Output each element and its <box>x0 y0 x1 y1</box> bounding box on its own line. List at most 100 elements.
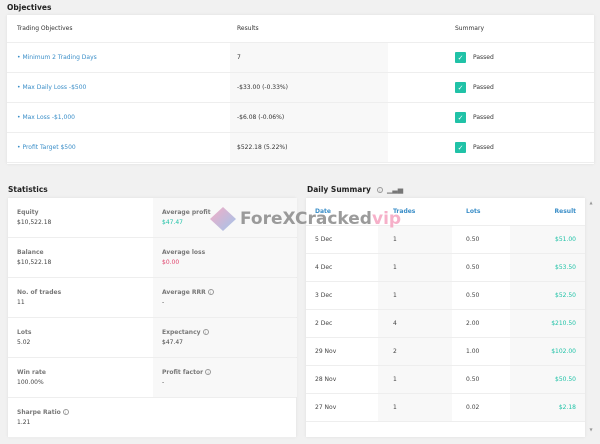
daily-header: Date Trades Lots Result <box>306 198 585 226</box>
stat-value: 1.21 <box>17 419 31 426</box>
daily-summary-table: Date Trades Lots Result 5 Dec 1 0.50 $51… <box>306 198 585 437</box>
stat-label: Expectancy i <box>162 329 297 336</box>
daily-trades: 1 <box>378 254 452 281</box>
info-icon[interactable]: i <box>207 289 214 295</box>
daily-date: 4 Dec <box>315 264 333 271</box>
daily-result: $210.50 <box>510 310 585 337</box>
check-icon: ✓ <box>455 82 466 93</box>
daily-trades: 1 <box>378 282 452 309</box>
daily-summary-title: Daily Summary i ▁▃▅ <box>307 185 403 194</box>
info-icon[interactable]: i <box>205 369 212 375</box>
objective-link[interactable]: • Profit Target $500 <box>17 133 76 162</box>
objective-summary: ✓ Passed <box>395 133 494 162</box>
objective-result: $522.18 (5.22%) <box>230 133 388 162</box>
stat-value: $47.47 <box>162 219 183 226</box>
stat-label: Sharpe Ratio i <box>17 409 152 416</box>
header-date[interactable]: Date <box>315 198 331 225</box>
objective-summary: ✓ Passed <box>395 103 494 132</box>
daily-lots: 0.50 <box>466 264 480 271</box>
stat-row: No. of trades 11 Average RRR i - <box>8 278 297 318</box>
daily-result: $51.00 <box>510 226 585 253</box>
objectives-header: Trading Objectives Results Summary <box>7 15 594 43</box>
stat-cell: Sharpe Ratio i 1.21 <box>8 398 152 437</box>
info-icon[interactable]: i <box>376 186 383 193</box>
header-lots[interactable]: Lots <box>466 198 480 225</box>
objective-result: 7 <box>230 43 388 72</box>
objective-link[interactable]: • Max Daily Loss -$500 <box>17 73 86 102</box>
stat-label: Equity <box>17 209 39 216</box>
status-passed: Passed <box>473 54 494 61</box>
status-passed: Passed <box>473 114 494 121</box>
stat-value: - <box>162 379 165 386</box>
stat-label: Lots <box>17 329 32 336</box>
daily-date: 2 Dec <box>315 320 333 327</box>
daily-summary-label: Daily Summary <box>307 185 371 194</box>
stat-label: Average profit <box>162 209 211 216</box>
stat-value: $10,522.18 <box>17 259 52 266</box>
stat-cell: Profit factor i - <box>153 358 297 397</box>
stat-label: Average RRR i <box>162 289 297 296</box>
stat-row: Balance $10,522.18 Average loss $0.00 <box>8 238 297 278</box>
objective-row: • Max Loss -$1,000 -$6.08 (-0.06%) ✓ Pass… <box>7 103 594 133</box>
stat-label: Profit factor i <box>162 369 297 376</box>
stat-value: $10,522.18 <box>17 219 52 226</box>
bar-chart-icon[interactable]: ▁▃▅ <box>387 186 403 194</box>
header-objectives: Trading Objectives <box>17 25 73 32</box>
daily-date: 5 Dec <box>315 236 333 243</box>
objectives-title: Objectives <box>7 3 52 12</box>
header-result[interactable]: Result <box>510 198 585 225</box>
stat-value: 11 <box>17 299 25 306</box>
stat-label: Balance <box>17 249 44 256</box>
daily-date: 28 Nov <box>315 376 337 383</box>
stat-cell: Balance $10,522.18 <box>8 238 152 277</box>
daily-row: 27 Nov 1 0.02 $2.18 <box>306 394 585 422</box>
daily-lots: 0.50 <box>466 292 480 299</box>
daily-lots: 2.00 <box>466 320 480 327</box>
status-passed: Passed <box>473 144 494 151</box>
header-trades[interactable]: Trades <box>378 198 452 225</box>
daily-result: $53.50 <box>510 254 585 281</box>
daily-result: $102.00 <box>510 338 585 365</box>
daily-result: $52.50 <box>510 282 585 309</box>
daily-lots: 0.50 <box>466 376 480 383</box>
stat-value: 100.00% <box>17 379 44 386</box>
statistics-title: Statistics <box>8 185 48 194</box>
stat-cell: Average profit $47.47 <box>153 198 297 237</box>
daily-row: 2 Dec 4 2.00 $210.50 <box>306 310 585 338</box>
scrollbar[interactable]: ▲ ▼ <box>587 198 595 437</box>
stat-row: Win rate 100.00% Profit factor i - <box>8 358 297 398</box>
statistics-panel: Equity $10,522.18 Average profit $47.47 … <box>8 198 297 438</box>
stat-value: 5.02 <box>17 339 31 346</box>
info-icon[interactable]: i <box>62 409 69 415</box>
stat-cell: Average loss $0.00 <box>153 238 297 277</box>
stat-value: - <box>162 299 165 306</box>
stat-cell: Expectancy i $47.47 <box>153 318 297 357</box>
objective-summary: ✓ Passed <box>395 43 494 72</box>
daily-trades: 1 <box>378 226 452 253</box>
check-icon: ✓ <box>455 52 466 63</box>
stat-row: Sharpe Ratio i 1.21 <box>8 398 296 438</box>
daily-trades: 1 <box>378 366 452 393</box>
stat-cell: Average RRR i - <box>153 278 297 317</box>
daily-result: $50.50 <box>510 366 585 393</box>
stat-cell: Lots 5.02 <box>8 318 152 357</box>
daily-row: 28 Nov 1 0.50 $50.50 <box>306 366 585 394</box>
objective-row: • Minimum 2 Trading Days 7 ✓ Passed <box>7 43 594 73</box>
stat-cell: Equity $10,522.18 <box>8 198 152 237</box>
daily-trades: 1 <box>378 394 452 421</box>
stat-value: $0.00 <box>162 259 180 266</box>
daily-lots: 1.00 <box>466 348 480 355</box>
daily-row: 4 Dec 1 0.50 $53.50 <box>306 254 585 282</box>
daily-trades: 4 <box>378 310 452 337</box>
info-icon[interactable]: i <box>202 329 209 335</box>
objective-link[interactable]: • Max Loss -$1,000 <box>17 103 75 132</box>
daily-row: 29 Nov 2 1.00 $102.00 <box>306 338 585 366</box>
daily-date: 3 Dec <box>315 292 333 299</box>
stat-row: Equity $10,522.18 Average profit $47.47 <box>8 198 297 238</box>
stat-value: $47.47 <box>162 339 183 346</box>
daily-row: 5 Dec 1 0.50 $51.00 <box>306 226 585 254</box>
daily-date: 29 Nov <box>315 348 337 355</box>
check-icon: ✓ <box>455 112 466 123</box>
objective-link[interactable]: • Minimum 2 Trading Days <box>17 43 97 72</box>
header-results: Results <box>237 25 259 32</box>
